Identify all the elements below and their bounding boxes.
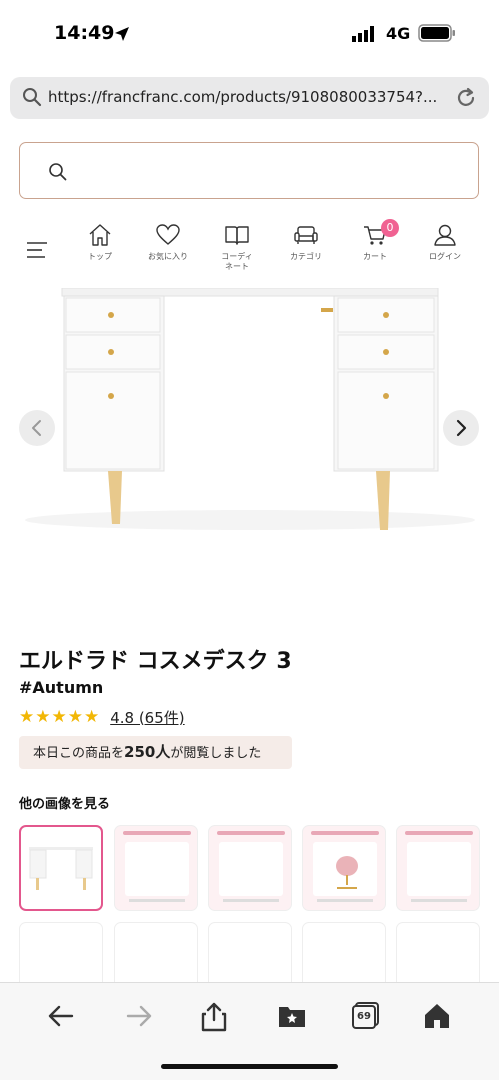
gallery-thumbnail[interactable] — [208, 825, 292, 911]
chevron-left-icon — [32, 420, 41, 436]
nav-label-top: トップ — [88, 252, 112, 261]
status-time: 14:49 — [54, 22, 115, 44]
search-icon — [23, 88, 42, 107]
signal-icon — [352, 26, 374, 42]
rating-row: ★★★★★ 4.8 (65件) — [19, 707, 185, 727]
nav-label-category: カテゴリ — [290, 252, 322, 261]
back-arrow-icon[interactable] — [46, 1001, 76, 1031]
home-indicator — [161, 1064, 338, 1069]
star-rating-icon: ★★★★★ — [19, 707, 101, 727]
sofa-icon — [294, 226, 318, 244]
site-search-input[interactable] — [19, 142, 479, 199]
main-nav: トップ お気に入り コーディ ネート カテゴリ 0 カート ログイン — [0, 219, 499, 282]
gallery-thumbnail[interactable] — [114, 825, 198, 911]
book-icon — [225, 226, 249, 245]
forward-arrow-icon[interactable] — [124, 1001, 154, 1031]
nav-item-favorites[interactable]: お気に入り — [138, 222, 198, 262]
gallery-thumbnail[interactable] — [19, 825, 103, 911]
chair-thumbnail-image — [336, 856, 358, 889]
gallery-thumbnail[interactable] — [396, 825, 480, 911]
nav-label-login: ログイン — [429, 252, 461, 261]
reload-icon[interactable] — [455, 87, 477, 109]
bookmarks-icon[interactable] — [277, 1001, 307, 1031]
nav-label-coordinate-1: コーディ — [221, 252, 253, 261]
user-icon — [434, 224, 456, 246]
desk-thumbnail-image — [29, 847, 93, 890]
cart-badge: 0 — [381, 219, 399, 237]
network-label: 4G — [386, 24, 411, 43]
product-title: エルドラド コスメデスク 3 — [19, 649, 292, 674]
heart-icon — [156, 224, 180, 245]
nav-label-favorites: お気に入り — [148, 252, 188, 261]
view-count-prefix: 本日この商品を — [33, 746, 125, 761]
view-count-banner: 本日この商品を250人が閲覧しました — [19, 736, 292, 769]
nav-item-coordinate[interactable]: コーディ ネート — [207, 222, 267, 272]
status-bar: 14:49 4G — [0, 0, 499, 68]
carousel-prev-button[interactable] — [19, 410, 55, 446]
chevron-right-icon — [456, 419, 467, 437]
address-bar[interactable]: https://francfranc.com/products/91080800… — [10, 77, 489, 119]
nav-label-cart: カート — [363, 252, 387, 261]
home-icon[interactable] — [423, 1001, 451, 1031]
carousel-next-button[interactable] — [443, 410, 479, 446]
nav-item-category[interactable]: カテゴリ — [276, 222, 336, 262]
url-text: https://francfranc.com/products/91080800… — [48, 88, 438, 106]
tabs-count: 69 — [357, 1011, 371, 1022]
product-image[interactable] — [0, 288, 499, 568]
other-images-heading: 他の画像を見る — [19, 797, 111, 812]
nav-item-cart[interactable]: 0 カート — [345, 219, 405, 262]
nav-item-top[interactable]: トップ — [70, 222, 130, 262]
nav-item-login[interactable]: ログイン — [415, 222, 475, 262]
rating-link[interactable]: 4.8 (65件) — [110, 707, 184, 728]
view-count-suffix: が閲覧しました — [170, 746, 262, 761]
view-count-number: 250人 — [124, 743, 171, 761]
gallery-thumbnail[interactable] — [302, 825, 386, 911]
product-tag[interactable]: #Autumn — [19, 678, 103, 697]
hamburger-menu-icon[interactable] — [26, 240, 48, 260]
location-arrow-icon — [115, 27, 129, 41]
tabs-button[interactable]: 69 — [351, 1001, 381, 1031]
home-icon — [89, 224, 111, 246]
battery-icon — [418, 24, 455, 42]
nav-label-coordinate-2: ネート — [225, 262, 249, 271]
share-icon[interactable] — [199, 1001, 229, 1033]
search-icon — [49, 163, 67, 181]
